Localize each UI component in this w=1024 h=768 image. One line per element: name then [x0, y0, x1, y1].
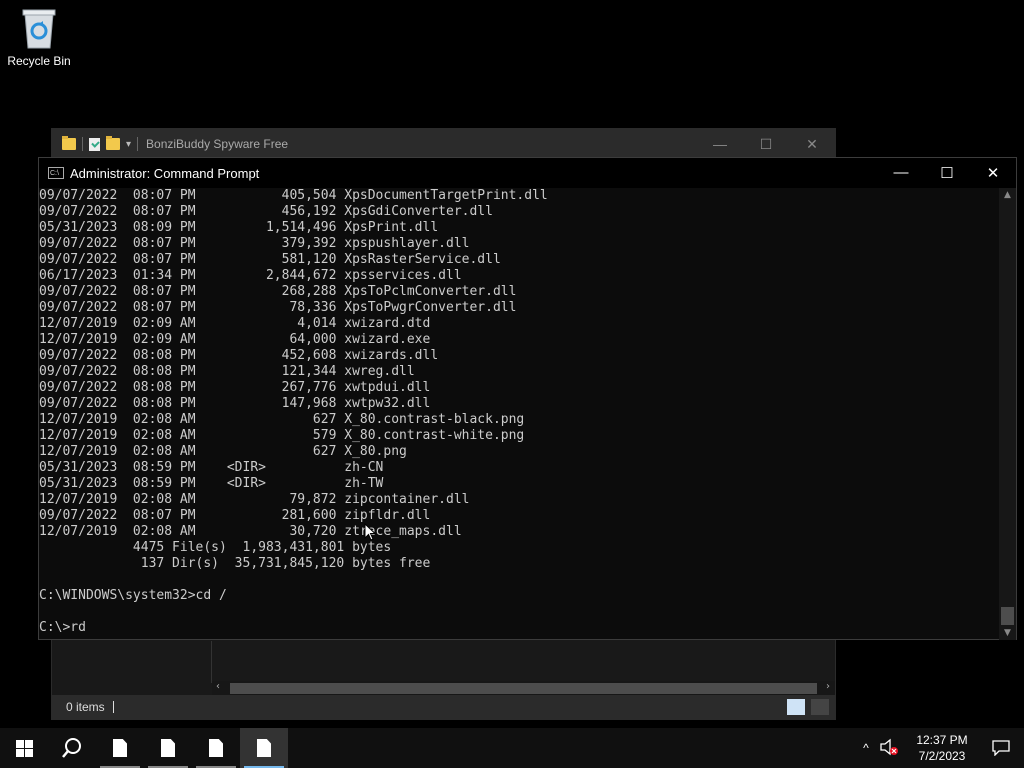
console-line: 09/07/2022 08:08 PM 147,968 xwtpw32.dll [39, 396, 431, 411]
console-line: 09/07/2022 08:08 PM 267,776 xwtpdui.dll [39, 380, 431, 395]
clock-time: 12:37 PM [916, 733, 968, 747]
console-line: 06/17/2023 01:34 PM 2,844,672 xpsservice… [39, 268, 462, 283]
console-line: C:\>rd [39, 620, 86, 635]
console-line: 137 Dir(s) 35,731,845,120 bytes free [39, 556, 431, 571]
scrollbar-thumb[interactable] [1001, 607, 1014, 625]
close-button[interactable]: ✕ [970, 164, 1016, 182]
taskbar-app-2[interactable] [144, 728, 192, 768]
explorer-titlebar[interactable]: ▾ BonziBuddy Spyware Free — ☐ ✕ [52, 129, 835, 159]
show-hidden-icons-button[interactable]: ^ [854, 741, 878, 755]
console-output[interactable]: 09/07/2022 08:07 PM 405,504 XpsDocumentT… [39, 188, 999, 640]
console-line: 12/07/2019 02:08 AM 79,872 zipcontainer.… [39, 492, 470, 507]
taskbar-app-4[interactable] [240, 728, 288, 768]
desktop-icon-recycle-bin[interactable]: Recycle Bin [4, 6, 74, 68]
item-count: 0 items [66, 700, 105, 714]
search-icon [62, 738, 81, 758]
system-tray: ^ 12:37 PM 7/2/2023 [854, 728, 1024, 768]
clock-date: 7/2/2023 [918, 749, 966, 763]
status-bar: 0 items [52, 695, 835, 719]
status-separator [112, 701, 114, 713]
console-line: 12/07/2019 02:09 AM 64,000 xwizard.exe [39, 332, 431, 347]
clock[interactable]: 12:37 PM 7/2/2023 [906, 732, 978, 764]
console-line: 09/07/2022 08:07 PM 456,192 XpsGdiConver… [39, 204, 493, 219]
file-icon [113, 739, 127, 757]
customize-dropdown-icon[interactable]: ▾ [126, 139, 131, 150]
minimize-button[interactable]: — [878, 164, 924, 182]
file-icon [161, 739, 175, 757]
separator [137, 137, 139, 151]
console-line: 09/07/2022 08:08 PM 121,344 xwreg.dll [39, 364, 415, 379]
console-line: 12/07/2019 02:09 AM 4,014 xwizard.dtd [39, 316, 431, 331]
command-prompt-window[interactable]: C:\ Administrator: Command Prompt — ☐ ✕ … [38, 157, 1017, 640]
maximize-button[interactable]: ☐ [743, 136, 789, 153]
desktop-icon-label: Recycle Bin [7, 54, 71, 68]
minimize-button[interactable]: — [697, 136, 743, 153]
scroll-down-arrow-icon[interactable]: ▼ [999, 628, 1016, 638]
console-line: 05/31/2023 08:09 PM 1,514,496 XpsPrint.d… [39, 220, 439, 235]
taskbar-app-3[interactable] [192, 728, 240, 768]
file-icon [257, 739, 271, 757]
window-title: BonziBuddy Spyware Free [146, 137, 289, 151]
large-icons-view-button[interactable] [811, 699, 829, 715]
console-line: 12/07/2019 02:08 AM 579 X_80.contrast-wh… [39, 428, 525, 443]
cmd-app-icon[interactable]: C:\ [48, 167, 64, 179]
console-line: 09/07/2022 08:07 PM 405,504 XpsDocumentT… [39, 188, 548, 203]
file-icon [209, 739, 223, 757]
console-line: 09/07/2022 08:07 PM 268,288 XpsToPclmCon… [39, 284, 517, 299]
scroll-up-arrow-icon[interactable]: ▲ [999, 190, 1016, 200]
mouse-pointer-icon [364, 522, 377, 545]
recycle-bin-icon [19, 6, 59, 50]
windows-logo-icon [15, 739, 33, 757]
details-view-button[interactable] [787, 699, 805, 715]
scroll-right-arrow-icon[interactable]: › [826, 681, 830, 692]
new-folder-icon[interactable] [106, 136, 120, 150]
console-line: 12/07/2019 02:08 AM 30,720 ztrace_maps.d… [39, 524, 462, 539]
console-line: 09/07/2022 08:08 PM 452,608 xwizards.dll [39, 348, 439, 363]
console-line: 09/07/2022 08:07 PM 379,392 xpspushlayer… [39, 236, 470, 251]
cmd-titlebar[interactable]: C:\ Administrator: Command Prompt — ☐ ✕ [39, 158, 1016, 188]
properties-icon[interactable] [89, 137, 100, 151]
scroll-left-arrow-icon[interactable]: ‹ [216, 681, 220, 692]
console-line: 09/07/2022 08:07 PM 78,336 XpsToPwgrConv… [39, 300, 517, 315]
start-button[interactable] [0, 728, 48, 768]
scrollbar-thumb[interactable] [230, 683, 817, 694]
close-button[interactable]: ✕ [789, 136, 835, 153]
maximize-button[interactable]: ☐ [924, 164, 970, 182]
search-button[interactable] [48, 728, 96, 768]
quick-access-toolbar: ▾ [52, 136, 139, 151]
taskbar: ^ 12:37 PM 7/2/2023 [0, 728, 1024, 768]
console-line: 12/07/2019 02:08 AM 627 X_80.png [39, 444, 407, 459]
console-line: 05/31/2023 08:59 PM <DIR> zh-CN [39, 460, 384, 475]
separator [82, 137, 83, 151]
console-line: 4475 File(s) 1,983,431,801 bytes [39, 540, 392, 555]
folder-icon [62, 136, 76, 150]
console-line: 05/31/2023 08:59 PM <DIR> zh-TW [39, 476, 384, 491]
taskbar-app-1[interactable] [96, 728, 144, 768]
console-line: 09/07/2022 08:07 PM 581,120 XpsRasterSer… [39, 252, 501, 267]
volume-muted-icon[interactable] [878, 738, 906, 759]
navigation-pane[interactable] [52, 641, 212, 683]
console-line: 09/07/2022 08:07 PM 281,600 zipfldr.dll [39, 508, 431, 523]
horizontal-scrollbar[interactable]: ‹ › [212, 681, 835, 696]
console-line: 12/07/2019 02:08 AM 627 X_80.contrast-bl… [39, 412, 525, 427]
action-center-button[interactable] [978, 740, 1024, 756]
vertical-scrollbar[interactable]: ▲ ▼ [999, 188, 1016, 640]
notification-icon [992, 740, 1010, 756]
window-title: Administrator: Command Prompt [70, 165, 260, 181]
console-line: C:\WINDOWS\system32>cd / [39, 588, 227, 603]
